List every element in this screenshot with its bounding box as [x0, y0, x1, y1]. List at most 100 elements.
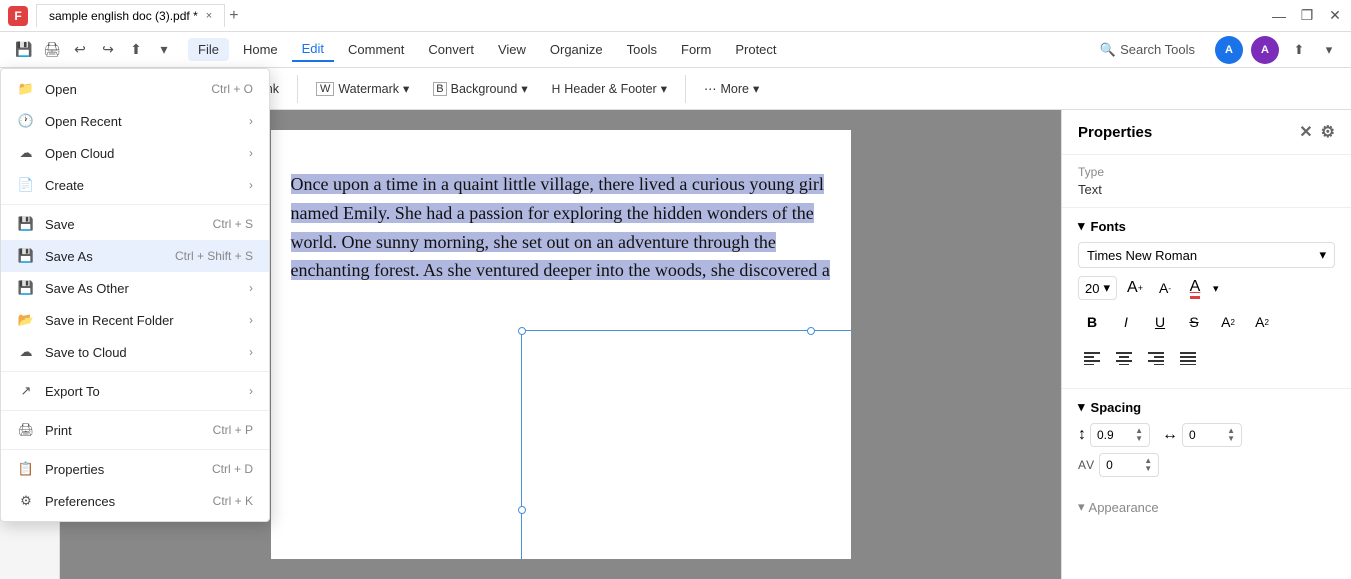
align-justify-button[interactable]	[1174, 344, 1202, 372]
menu-tools[interactable]: Tools	[617, 38, 667, 61]
strikethrough-button[interactable]: S	[1180, 308, 1208, 336]
av-label: AV	[1078, 458, 1095, 472]
bold-button[interactable]: B	[1078, 308, 1106, 336]
pdf-text: Once upon a time in a quaint little vill…	[271, 130, 851, 305]
menu-file[interactable]: File	[188, 38, 229, 61]
subscript-button[interactable]: A2	[1248, 308, 1276, 336]
menu-item-preferences[interactable]: ⚙ Preferences Ctrl + K	[1, 485, 269, 517]
toolbar-buttons: 💾 🖨 ↩ ↪ ⬆ ▾	[12, 38, 176, 62]
watermark-icon: W	[316, 82, 334, 96]
header-footer-button[interactable]: H Header & Footer ▾	[542, 76, 677, 101]
font-color-button[interactable]: A	[1183, 276, 1207, 300]
paragraph-spacing-input[interactable]: 0 ▲ ▼	[1182, 423, 1242, 447]
menu-item-export[interactable]: ↗ Export To ›	[1, 375, 269, 407]
menu-item-open[interactable]: 📁 Open Ctrl + O	[1, 73, 269, 105]
preferences-icon: ⚙	[17, 492, 35, 510]
spacing-label: Spacing	[1091, 400, 1142, 415]
type-section: Type Text	[1062, 155, 1351, 208]
save-shortcut: Ctrl + S	[213, 217, 253, 231]
active-tab[interactable]: sample english doc (3).pdf * ×	[36, 4, 225, 27]
background-button[interactable]: B Background ▾	[423, 76, 537, 101]
italic-button[interactable]: I	[1112, 308, 1140, 336]
watermark-button[interactable]: W Watermark ▾	[306, 76, 419, 101]
background-chevron-icon: ▾	[521, 81, 527, 96]
close-button[interactable]: ✕	[1327, 8, 1343, 24]
print-button[interactable]: 🖨	[40, 38, 64, 62]
menu-item-open-label: Open	[45, 82, 77, 97]
handle-left[interactable]	[518, 506, 526, 514]
formatting-row: B I U S A2 A2	[1078, 308, 1335, 336]
handle-top[interactable]	[807, 327, 815, 335]
increase-font-button[interactable]: A+	[1123, 276, 1147, 300]
av-input[interactable]: 0 ▲ ▼	[1099, 453, 1159, 477]
menu-item-save-as-other[interactable]: 💾 Save As Other ›	[1, 272, 269, 304]
handle-top-left[interactable]	[518, 327, 526, 335]
search-tools-button[interactable]: 🔍 Search Tools	[1092, 38, 1203, 62]
save-button[interactable]: 💾	[12, 38, 36, 62]
menu-edit[interactable]: Edit	[292, 37, 334, 62]
menu-protect[interactable]: Protect	[725, 38, 786, 61]
redo-button[interactable]: ↪	[96, 38, 120, 62]
align-right-button[interactable]	[1142, 344, 1170, 372]
align-center-button[interactable]	[1110, 344, 1138, 372]
appearance-section[interactable]: ▾ Appearance	[1062, 491, 1351, 523]
more-button[interactable]: ⋯ More ▾	[694, 76, 769, 101]
menu-item-save-to-cloud-label: Save to Cloud	[45, 345, 127, 360]
align-left-button[interactable]	[1078, 344, 1106, 372]
spacing-header[interactable]: ▾ Spacing	[1078, 399, 1335, 415]
menu-item-save-as[interactable]: 💾 Save As Ctrl + Shift + S	[1, 240, 269, 272]
menu-item-save[interactable]: 💾 Save Ctrl + S	[1, 208, 269, 240]
menu-item-save-recent-folder[interactable]: 📂 Save in Recent Folder ›	[1, 304, 269, 336]
menu-form[interactable]: Form	[671, 38, 721, 61]
fonts-label: Fonts	[1091, 219, 1126, 234]
menu-item-create[interactable]: 📄 Create ›	[1, 169, 269, 201]
save-as-other-icon: 💾	[17, 279, 35, 297]
menu-comment[interactable]: Comment	[338, 38, 414, 61]
superscript-button[interactable]: A2	[1214, 308, 1242, 336]
close-panel-button[interactable]: ✕	[1299, 122, 1312, 142]
menu-home[interactable]: Home	[233, 38, 288, 61]
menu-view[interactable]: View	[488, 38, 536, 61]
av-down[interactable]: ▼	[1144, 465, 1152, 473]
menu-item-properties[interactable]: 📋 Properties Ctrl + D	[1, 453, 269, 485]
menu-item-open-cloud[interactable]: ☁ Open Cloud ›	[1, 137, 269, 169]
menu-item-print[interactable]: 🖨 Print Ctrl + P	[1, 414, 269, 446]
avatar-2[interactable]: A	[1251, 36, 1279, 64]
menu-item-open-cloud-label: Open Cloud	[45, 146, 114, 161]
decrease-font-button[interactable]: A-	[1153, 276, 1177, 300]
open-recent-icon: 🕐	[17, 112, 35, 130]
menu-convert[interactable]: Convert	[418, 38, 484, 61]
minimize-button[interactable]: —	[1271, 8, 1287, 24]
menu-item-save-to-cloud[interactable]: ☁ Save to Cloud ›	[1, 336, 269, 368]
open-cloud-icon: ☁	[17, 144, 35, 162]
font-color-chevron-icon[interactable]: ▾	[1213, 282, 1219, 295]
tab-close-button[interactable]: ×	[206, 10, 212, 22]
open-cloud-arrow-icon: ›	[249, 146, 253, 160]
font-name-value: Times New Roman	[1087, 248, 1197, 263]
font-size-select[interactable]: 20 ▾	[1078, 276, 1117, 300]
collapse-button[interactable]: ▾	[1319, 40, 1339, 60]
open-recent-arrow-icon: ›	[249, 114, 253, 128]
settings-icon[interactable]: ⚙	[1321, 122, 1335, 142]
font-name-select[interactable]: Times New Roman ▾	[1078, 242, 1335, 268]
header-icon: H	[552, 82, 561, 96]
new-tab-button[interactable]: +	[229, 7, 238, 25]
menu-item-open-recent[interactable]: 🕐 Open Recent ›	[1, 105, 269, 137]
header-chevron-icon: ▾	[661, 81, 667, 96]
divider-2	[1, 371, 269, 372]
restore-button[interactable]: ❐	[1299, 8, 1315, 24]
underline-button[interactable]: U	[1146, 308, 1174, 336]
undo-button[interactable]: ↩	[68, 38, 92, 62]
menu-organize[interactable]: Organize	[540, 38, 613, 61]
save-recent-folder-arrow-icon: ›	[249, 313, 253, 327]
expand-button[interactable]: ▾	[152, 38, 176, 62]
avatar-1[interactable]: A	[1215, 36, 1243, 64]
line-spacing-input[interactable]: 0.9 ▲ ▼	[1090, 423, 1150, 447]
fonts-header[interactable]: ▾ Fonts	[1078, 218, 1335, 234]
type-value: Text	[1078, 182, 1335, 197]
share-button[interactable]: ⬆	[124, 38, 148, 62]
line-spacing-down[interactable]: ▼	[1135, 435, 1143, 443]
cloud-sync-button[interactable]: ⬆	[1287, 38, 1311, 62]
properties-shortcut: Ctrl + D	[212, 462, 253, 476]
para-spacing-down[interactable]: ▼	[1227, 435, 1235, 443]
